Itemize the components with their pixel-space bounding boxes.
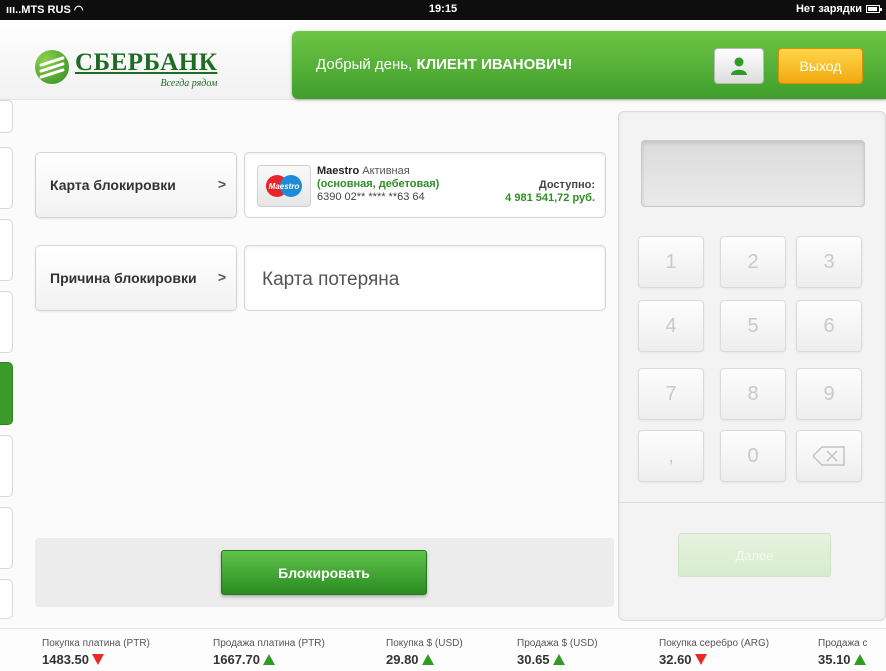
client-name: КЛИЕНТ ИВАНОВИЧ! [416, 56, 573, 73]
user-icon [731, 57, 747, 75]
key-3[interactable]: 3 [796, 236, 862, 288]
ticker-item: Продажа с 35.10 [818, 638, 868, 667]
battery-status: Нет зарядки [795, 3, 882, 15]
card-brand: Maestro [317, 165, 360, 177]
card-number: 6390 02** **** **63 64 [317, 191, 425, 203]
ticker-name: Покупка $ (USD) [386, 638, 463, 649]
key-9[interactable]: 9 [796, 368, 862, 420]
status-bar: ııı..MTS RUS ◠ 19:15 Нет зарядки [0, 0, 886, 20]
ticker-item: Покупка $ (USD) 29.80 [386, 638, 463, 667]
side-tab-2[interactable] [0, 147, 13, 209]
reason-field[interactable]: Карта потеряна [244, 245, 606, 311]
maestro-logo-icon: Maestro [257, 165, 311, 207]
block-card-button[interactable]: Блокировать [221, 550, 427, 595]
ticker-item: Продажа платина (PTR) 1667.70 [213, 638, 325, 667]
side-tab-6[interactable] [0, 435, 13, 497]
side-tab-3[interactable] [0, 219, 13, 281]
reason-select-button[interactable]: Причина блокировки > [35, 245, 237, 311]
arrow-up-icon [853, 654, 866, 665]
bank-tagline: Всегда рядом [160, 78, 218, 89]
greeting: Добрый день, КЛИЕНТ ИВАНОВИЧ! [316, 56, 572, 73]
key-comma[interactable]: , [638, 430, 704, 482]
ticker-item: Покупка серебро (ARG) 32.60 [659, 638, 769, 667]
key-6[interactable]: 6 [796, 300, 862, 352]
side-tab-active[interactable] [0, 362, 13, 425]
ticker-value: 1667.70 [213, 652, 260, 667]
key-5[interactable]: 5 [720, 300, 786, 352]
chevron-right-icon: > [217, 269, 226, 285]
key-2[interactable]: 2 [720, 236, 786, 288]
ticker-value: 35.10 [818, 652, 851, 667]
side-tab-1[interactable] [0, 100, 13, 133]
ticker-value: 29.80 [386, 652, 419, 667]
key-1[interactable]: 1 [638, 236, 704, 288]
keypad-display [641, 140, 865, 207]
reason-row-label: Причина блокировки [50, 270, 197, 286]
profile-button[interactable] [714, 48, 764, 84]
arrow-up-icon [263, 654, 275, 665]
chevron-right-icon: > [217, 176, 226, 192]
bank-logo[interactable]: СБЕРБАНК Всегда рядом [35, 50, 217, 89]
reason-value: Карта потеряна [262, 269, 400, 290]
side-tab-8[interactable] [0, 579, 13, 619]
greeting-bar: Добрый день, КЛИЕНТ ИВАНОВИЧ! Выход [292, 31, 886, 99]
key-0[interactable]: 0 [720, 430, 786, 482]
arrow-down-icon [92, 654, 104, 665]
key-4[interactable]: 4 [638, 300, 704, 352]
selected-card[interactable]: Maestro Maestro Активная (основная, дебе… [244, 152, 606, 218]
ticker-name: Продажа с [818, 638, 868, 649]
battery-text: Нет зарядки [795, 3, 862, 15]
card-info: Maestro Активная (основная, дебетовая) 6… [317, 165, 439, 204]
keypad-panel: 1 2 3 4 5 6 7 8 9 , 0 Далее [618, 111, 886, 621]
card-balance: Доступно: 4 981 541,72 руб. [505, 179, 595, 205]
status-time: 19:15 [428, 3, 458, 15]
available-label: Доступно: [538, 179, 595, 191]
ticker-value: 1483.50 [42, 652, 89, 667]
backspace-key[interactable] [796, 430, 862, 482]
ticker-value: 30.65 [517, 652, 550, 667]
ticker-name: Покупка серебро (ARG) [659, 638, 770, 649]
arrow-up-icon [552, 654, 565, 665]
exit-button[interactable]: Выход [778, 48, 863, 84]
card-row-label: Карта блокировки [50, 177, 176, 193]
battery-icon [866, 5, 882, 13]
ticker-name: Покупка платина (PTR) [42, 638, 150, 649]
keypad-divider [619, 502, 885, 503]
ticker-item: Продажа $ (USD) 30.65 [517, 638, 598, 667]
sberbank-logo-icon [35, 50, 69, 84]
side-tab-4[interactable] [0, 291, 13, 353]
bank-name: СБЕРБАНК [75, 49, 218, 76]
card-select-button[interactable]: Карта блокировки > [35, 152, 237, 218]
ticker-item: Покупка платина (PTR) 1483.50 [42, 638, 150, 667]
card-type: (основная, дебетовая) [317, 178, 440, 190]
card-status: Активная [362, 165, 410, 177]
arrow-up-icon [421, 654, 434, 665]
backspace-icon [812, 446, 845, 466]
key-7[interactable]: 7 [638, 368, 704, 420]
arrow-down-icon [694, 654, 707, 665]
key-8[interactable]: 8 [720, 368, 786, 420]
ticker-name: Продажа $ (USD) [517, 638, 598, 649]
ticker-name: Продажа платина (PTR) [213, 638, 325, 649]
rates-ticker: Покупка платина (PTR) 1483.50 Продажа пл… [0, 628, 886, 671]
card-logo-text: Maestro [268, 182, 300, 191]
greeting-prefix: Добрый день, [316, 56, 413, 73]
ticker-value: 32.60 [659, 652, 692, 667]
side-tab-7[interactable] [0, 507, 13, 569]
available-amount: 4 981 541,72 руб. [505, 192, 595, 204]
next-button[interactable]: Далее [678, 533, 831, 577]
